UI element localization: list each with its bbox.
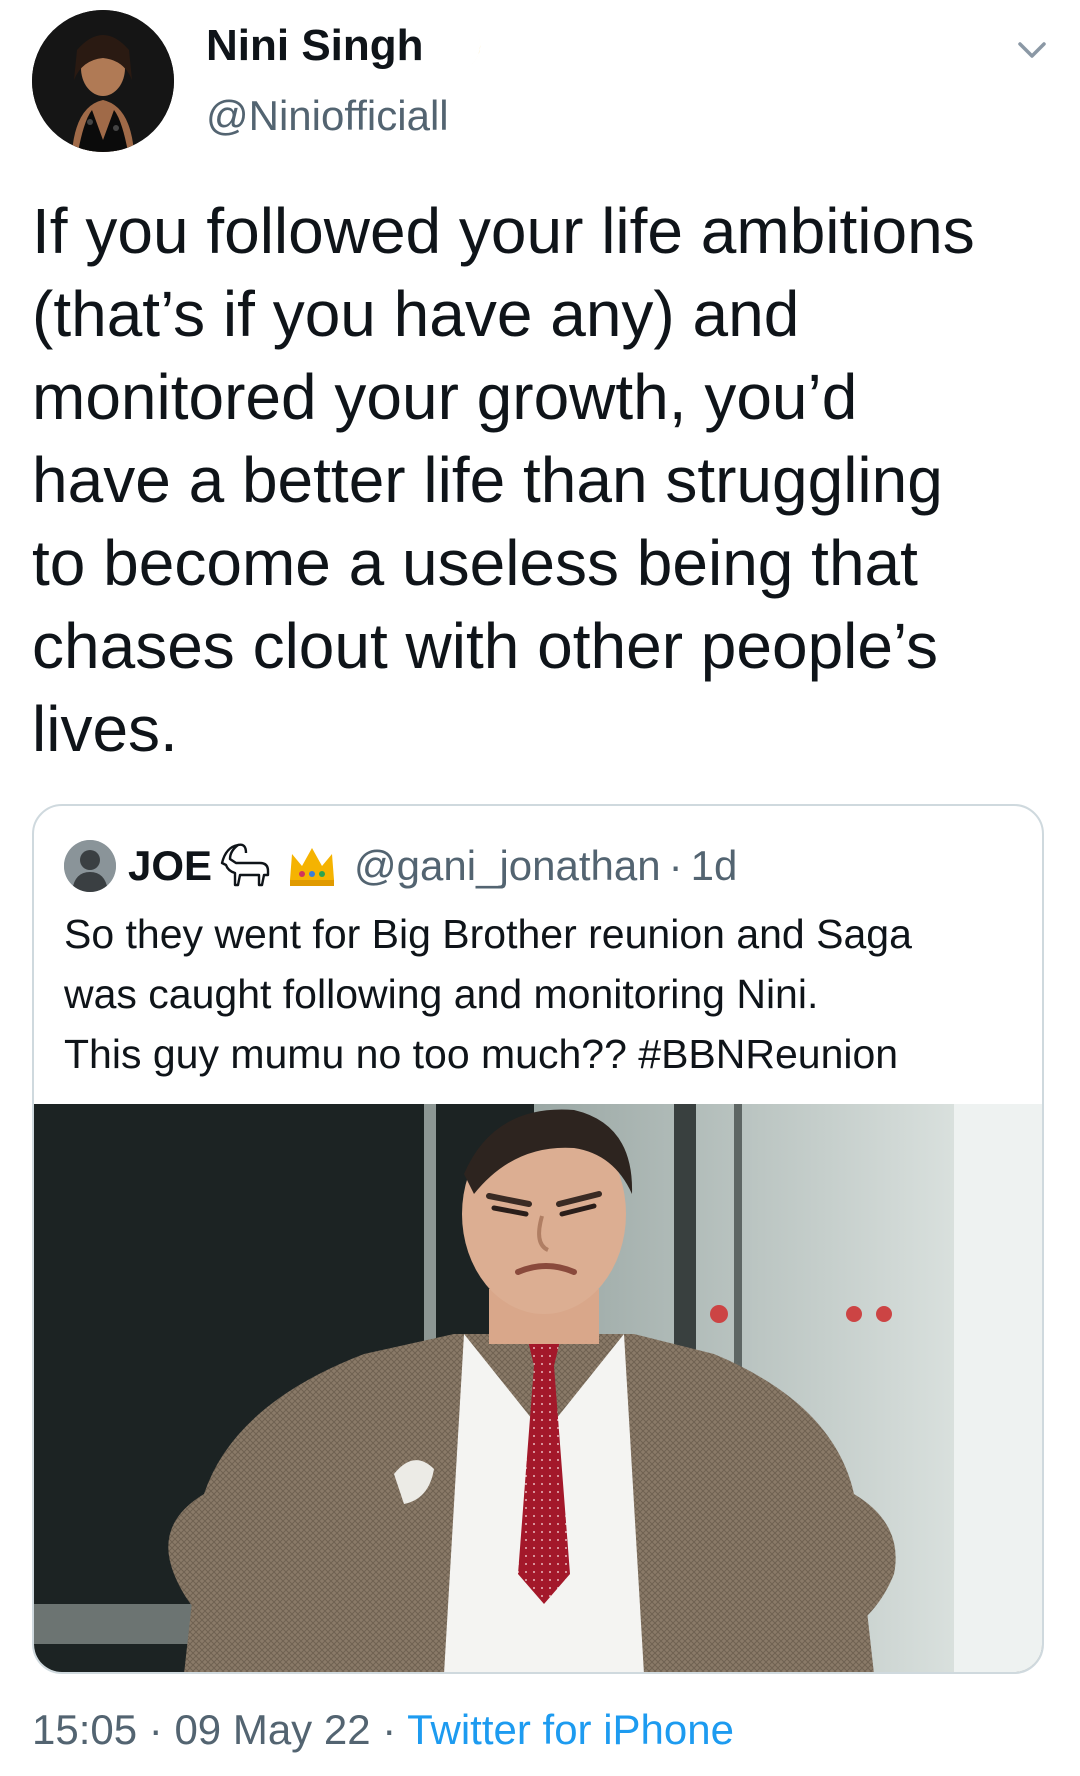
quoted-tweet-text: So they went for Big Brother reunion and…: [64, 911, 912, 1077]
tweet-source-link[interactable]: Twitter for iPhone: [407, 1706, 734, 1753]
quoted-separator: ·: [668, 842, 683, 889]
author-handle[interactable]: @Niniofficiall: [206, 90, 449, 142]
quoted-tweet-photo[interactable]: [34, 1104, 1042, 1672]
tweet-text: If you followed your life ambitions (tha…: [32, 195, 975, 765]
crown-icon: [290, 848, 335, 886]
goat-icon: [220, 843, 270, 887]
quoted-tweet-header: JOE @gani_jonathan · 1d: [64, 836, 737, 896]
quoted-author-handle[interactable]: @gani_jonathan: [354, 842, 661, 890]
tweet-time[interactable]: 15:05: [32, 1706, 137, 1753]
photo-illustration: [34, 1104, 1042, 1672]
meta-separator: ·: [148, 1706, 163, 1753]
crescent-moon-icon: [436, 26, 481, 72]
author-display-name[interactable]: Nini Singh: [206, 18, 424, 74]
quoted-author-avatar[interactable]: [64, 840, 116, 892]
author-avatar[interactable]: [32, 10, 174, 152]
tweet-date[interactable]: 09 May 22: [174, 1706, 370, 1753]
quoted-tweet-time[interactable]: 1d: [691, 842, 738, 890]
tweet-metadata: 15:05 · 09 May 22 · Twitter for iPhone: [32, 1704, 734, 1756]
quoted-tweet-card[interactable]: JOE @gani_jonathan · 1d So they went for…: [32, 804, 1044, 1674]
chevron-down-icon[interactable]: [1012, 30, 1052, 70]
author-avatar-image: [32, 10, 174, 152]
quoted-author-avatar-image: [64, 840, 116, 892]
meta-separator: ·: [382, 1706, 397, 1753]
quoted-author-display-name[interactable]: JOE: [128, 842, 212, 890]
